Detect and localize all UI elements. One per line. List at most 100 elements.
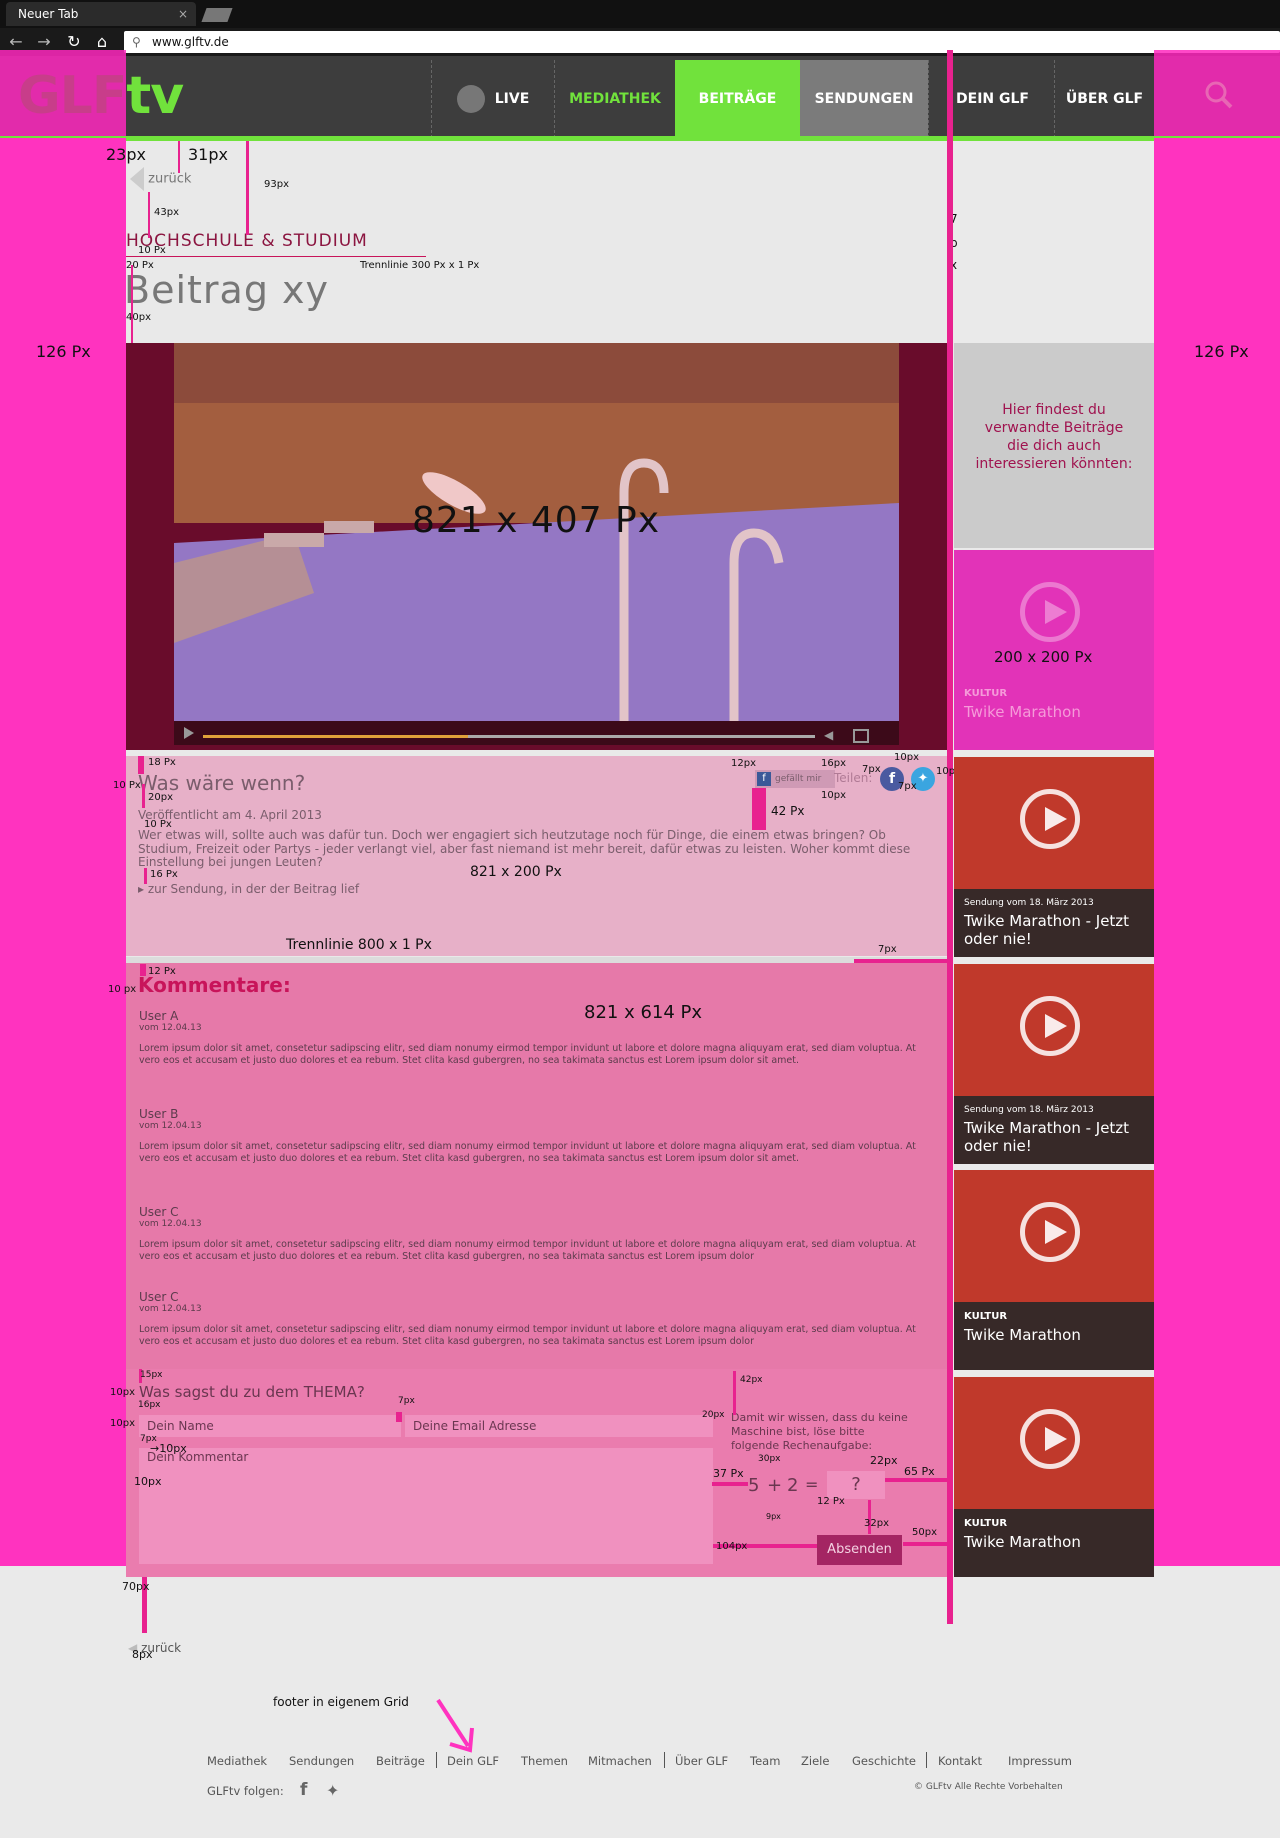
nav-sendungen[interactable]: SENDUNGEN xyxy=(800,60,928,138)
footer-separator xyxy=(436,1752,437,1768)
back-link[interactable]: zurück xyxy=(130,167,191,191)
annotation-marker xyxy=(138,756,144,774)
forward-arrow-icon[interactable]: → xyxy=(34,32,54,52)
facebook-icon[interactable]: f xyxy=(300,1780,307,1800)
annotation-label: 10 Px xyxy=(138,245,166,256)
annotation-label: 7px xyxy=(862,764,881,775)
footer-note: footer in eigenem Grid xyxy=(273,1695,409,1709)
card-category: KULTUR xyxy=(964,1518,1008,1529)
card-date: Sendung vom 18. März 2013 xyxy=(964,1105,1094,1115)
name-field[interactable]: Dein Name xyxy=(139,1415,401,1437)
comment-textarea[interactable]: Dein Kommentar xyxy=(139,1448,713,1564)
logo-glf: GLF xyxy=(18,66,127,126)
card-date: Sendung vom 18. März 2013 xyxy=(964,898,1094,908)
footer-link[interactable]: Kontakt xyxy=(938,1754,982,1768)
site-logo[interactable]: GLFtv xyxy=(18,66,184,126)
annotation-label: 104px xyxy=(716,1541,748,1552)
address-bar[interactable]: ⚲ www.glftv.de xyxy=(124,31,1280,53)
play-icon xyxy=(1020,996,1080,1056)
footer-link[interactable]: Mitmachen xyxy=(588,1754,652,1768)
captcha-answer: ? xyxy=(851,1474,861,1495)
comment: User C vom 12.04.13 Lorem ipsum dolor si… xyxy=(139,1205,939,1263)
nav-beitraege[interactable]: BEITRÄGE xyxy=(675,60,800,138)
annotation-marker xyxy=(144,868,147,884)
annotation-label: 10 Px xyxy=(144,819,172,830)
annotation-label: 20px xyxy=(702,1410,725,1420)
footer-link[interactable]: Ziele xyxy=(801,1754,829,1768)
margin-label-left: 126 Px xyxy=(36,342,91,361)
footer-link[interactable]: Impressum xyxy=(1008,1754,1072,1768)
back-arrow-icon[interactable]: ← xyxy=(6,32,26,52)
video-controls xyxy=(174,721,899,745)
nav-mediathek[interactable]: MEDIATHEK xyxy=(554,60,675,138)
annotation-label: 31px xyxy=(188,145,228,164)
related-card[interactable]: KULTUR Twike Marathon xyxy=(954,1377,1154,1577)
footer-link[interactable]: Sendungen xyxy=(289,1754,354,1768)
episode-link[interactable]: ▸ zur Sendung, in der der Beitrag lief xyxy=(138,882,359,896)
annotation-label: 93px xyxy=(264,179,289,190)
annotation-label: 65 Px xyxy=(904,1465,935,1478)
play-icon xyxy=(1020,789,1080,849)
like-button[interactable]: f gefällt mir xyxy=(755,770,835,788)
captcha-answer-field[interactable]: ? xyxy=(827,1471,885,1499)
annotation-label: →10px xyxy=(150,1442,187,1455)
volume-icon[interactable]: ◀ xyxy=(824,728,833,742)
comment-text: Lorem ipsum dolor sit amet, consetetur s… xyxy=(139,1043,916,1066)
annotation-marker xyxy=(396,1412,402,1422)
footer-link[interactable]: Themen xyxy=(521,1754,568,1768)
related-card[interactable]: KULTUR Twike Marathon xyxy=(954,1170,1154,1370)
home-icon[interactable]: ⌂ xyxy=(92,32,112,52)
captcha-number-a: 5 xyxy=(748,1475,760,1496)
browser-tab[interactable]: Neuer Tab × xyxy=(6,2,196,26)
category-divider xyxy=(126,256,426,257)
comment-text: Lorem ipsum dolor sit amet, consetetur s… xyxy=(139,1141,916,1164)
annotation-label: 15px xyxy=(140,1370,163,1380)
footer-link[interactable]: Dein GLF xyxy=(447,1754,499,1768)
annotation-marker xyxy=(885,1478,947,1482)
captcha-number-b: 2 xyxy=(787,1475,799,1496)
play-icon[interactable] xyxy=(184,727,194,739)
comment-user: User C xyxy=(139,1205,179,1219)
play-icon xyxy=(1020,1409,1080,1469)
card-title: Twike Marathon xyxy=(964,1326,1081,1344)
comment-text: Lorem ipsum dolor sit amet, consetetur s… xyxy=(139,1324,916,1347)
reload-icon[interactable]: ↻ xyxy=(64,32,84,52)
comment: User C vom 12.04.13 Lorem ipsum dolor si… xyxy=(139,1290,939,1348)
annotation-label: 30px xyxy=(758,1454,781,1464)
annotation-label: 50px xyxy=(912,1527,937,1538)
search-icon: ⚲ xyxy=(132,35,141,49)
live-dot-icon xyxy=(456,85,485,113)
tab-close-icon[interactable]: × xyxy=(178,2,188,26)
annotation-label: 12 Px xyxy=(817,1496,845,1507)
annotation-marker xyxy=(142,784,145,808)
facebook-icon: f xyxy=(757,772,771,786)
comment: User B vom 12.04.13 Lorem ipsum dolor si… xyxy=(139,1107,939,1165)
footer-link[interactable]: Team xyxy=(750,1754,780,1768)
back-label: zurück xyxy=(148,171,192,187)
comment-user: User B xyxy=(139,1107,179,1121)
nav-live[interactable]: LIVE xyxy=(431,60,554,138)
annotation-label: 43px xyxy=(154,207,179,218)
comment-date: vom 12.04.13 xyxy=(139,1219,202,1229)
annotation-label: 32px xyxy=(864,1518,889,1529)
fullscreen-icon[interactable] xyxy=(853,729,869,743)
related-card[interactable]: Sendung vom 18. März 2013 Twike Marathon… xyxy=(954,757,1154,957)
footer-link[interactable]: Mediathek xyxy=(207,1754,267,1768)
card-category: KULTUR xyxy=(964,688,1008,699)
footer-link[interactable]: Über GLF xyxy=(675,1754,728,1768)
margin-label-right: 126 Px xyxy=(1194,342,1249,361)
copyright: © GLFtv Alle Rechte Vorbehalten xyxy=(914,1782,1063,1792)
footer-link[interactable]: Beiträge xyxy=(376,1754,425,1768)
new-tab-button[interactable] xyxy=(201,8,233,22)
footer-link[interactable]: Geschichte xyxy=(852,1754,916,1768)
nav-ueber-glf[interactable]: ÜBER GLF xyxy=(1054,60,1154,138)
twitter-icon[interactable]: ✦ xyxy=(326,1781,339,1800)
email-field[interactable]: Deine Email Adresse xyxy=(405,1415,713,1437)
submit-button[interactable]: Absenden xyxy=(817,1535,902,1565)
related-card[interactable]: Sendung vom 18. März 2013 Twike Marathon… xyxy=(954,964,1154,1164)
annotation-label: 22px xyxy=(870,1454,898,1467)
captcha-equals: = xyxy=(805,1475,819,1494)
card-title: Twike Marathon - Jetzt oder nie! xyxy=(964,1119,1130,1155)
annotation-label: 7px xyxy=(878,944,897,955)
search-icon[interactable] xyxy=(1204,80,1234,110)
